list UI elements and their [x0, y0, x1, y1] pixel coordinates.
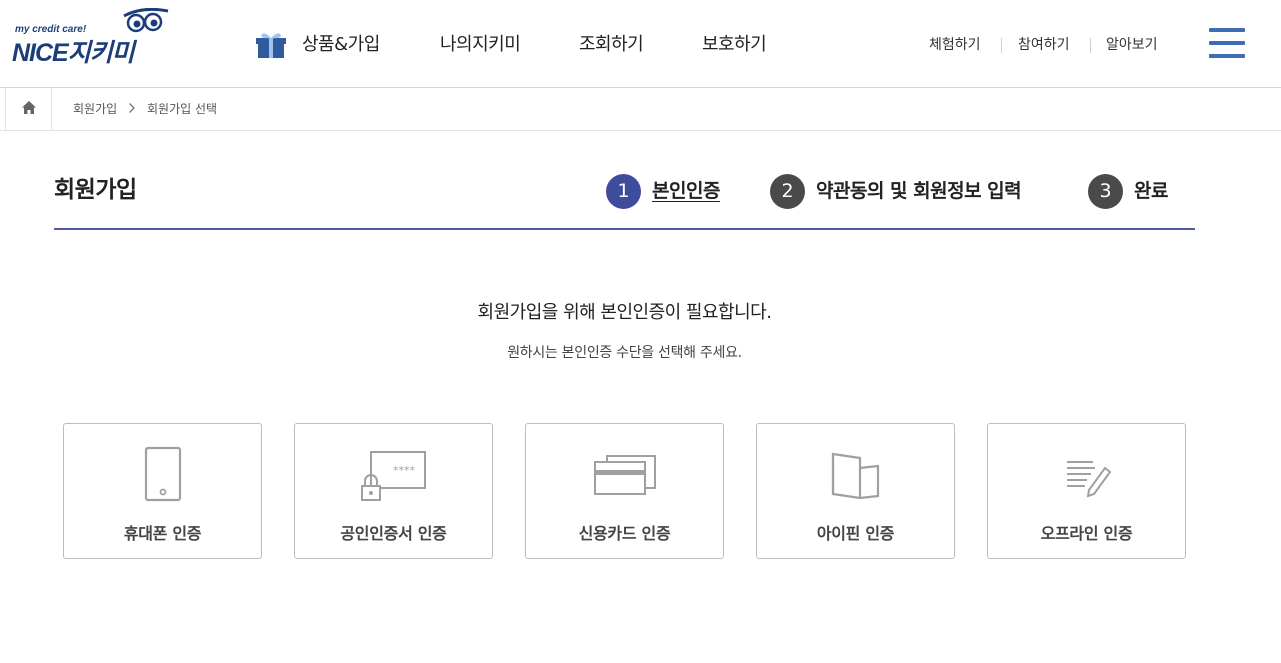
util-participate[interactable]: 참여하기 [1018, 36, 1070, 54]
title-divider [54, 228, 1195, 230]
step-1-number: 1 [606, 174, 641, 209]
auth-card-label: 공인인증서 인증 [340, 524, 447, 543]
nav-products-join-label: 상품&가입 [302, 34, 380, 55]
svg-text:****: **** [393, 464, 416, 477]
util-learn[interactable]: 알아보기 [1106, 36, 1158, 54]
auth-card-ipin[interactable]: 아이핀 인증 [756, 423, 955, 559]
hamburger-menu-icon[interactable] [1209, 28, 1245, 60]
logo-wordmark: NICE지키미 [12, 39, 135, 67]
breadcrumb: 회원가입 회원가입 선택 [0, 88, 1281, 131]
breadcrumb-signup-select: 회원가입 선택 [147, 102, 218, 116]
document-pen-icon [1066, 461, 1111, 498]
mobile-phone-icon [144, 446, 181, 502]
util-experience[interactable]: 체험하기 [929, 36, 981, 54]
auth-card-label: 신용카드 인증 [578, 524, 671, 543]
util-separator [1090, 38, 1091, 53]
nav-lookup[interactable]: 조회하기 [579, 28, 644, 62]
certificate-lock-icon: **** [360, 451, 426, 501]
auth-card-mobile[interactable]: 휴대폰 인증 [63, 423, 262, 559]
step-2-label: 약관동의 및 회원정보 입력 [816, 180, 1022, 202]
ipin-icon [831, 452, 879, 500]
chevron-right-icon [129, 103, 135, 113]
step-1-label: 본인인증 [652, 180, 720, 202]
header: my credit care! NICE지키미 상품&가입 나의지키미 조회하기… [0, 0, 1281, 88]
page-title: 회원가입 [54, 177, 137, 203]
gift-icon [256, 33, 286, 58]
home-button[interactable] [5, 88, 52, 130]
step-3-label: 완료 [1134, 180, 1168, 202]
credit-card-icon [593, 455, 656, 495]
owl-eyes-icon [123, 8, 169, 33]
auth-card-label: 휴대폰 인증 [123, 524, 202, 543]
intro-heading: 회원가입을 위해 본인인증이 필요합니다. [477, 302, 772, 323]
nav-protect[interactable]: 보호하기 [702, 28, 767, 62]
step-2-number: 2 [770, 174, 805, 209]
nav-my-jikimi[interactable]: 나의지키미 [440, 28, 521, 62]
auth-card-certificate[interactable]: **** 공인인증서 인증 [294, 423, 493, 559]
util-separator [1001, 38, 1002, 53]
home-icon [22, 101, 36, 114]
nav-products-join[interactable]: 상품&가입 [255, 28, 395, 62]
breadcrumb-signup[interactable]: 회원가입 [73, 101, 117, 117]
intro-subtext: 원하시는 본인인증 수단을 선택해 주세요. [507, 345, 742, 361]
auth-card-label: 아이핀 인증 [816, 524, 895, 543]
auth-card-offline[interactable]: 오프라인 인증 [987, 423, 1186, 559]
step-3-number: 3 [1088, 174, 1123, 209]
nice-logo[interactable]: my credit care! NICE지키미 [12, 8, 172, 67]
auth-card-label: 오프라인 인증 [1040, 524, 1133, 543]
auth-card-credit-card[interactable]: 신용카드 인증 [525, 423, 724, 559]
